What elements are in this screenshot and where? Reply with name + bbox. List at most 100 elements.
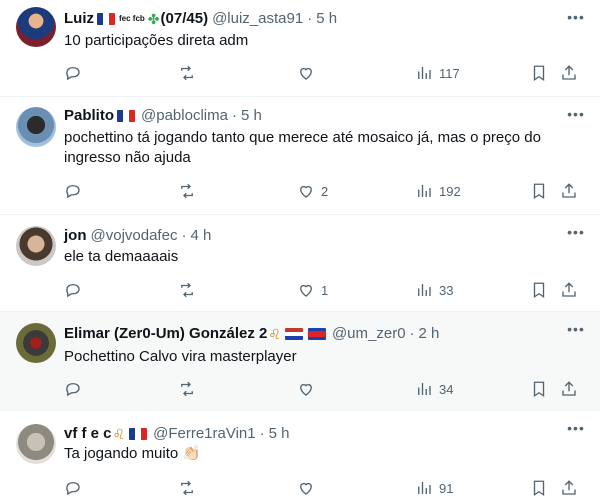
handle[interactable]: @pabloclima [141,106,228,126]
tweet-2[interactable]: Pablito @pabloclima · 5 h ••• pochettino… [0,97,600,215]
france-flag-icon [129,428,148,440]
tweet-header: Pablito @pabloclima · 5 h [64,106,550,126]
views-button[interactable]: 192 [415,181,461,201]
clover-icon: ✤ [147,11,160,27]
more-dots-icon[interactable]: ••• [566,322,586,342]
timestamp[interactable]: 5 h [316,9,337,29]
action-bar: 1 33 [64,280,586,300]
view-count: 117 [439,65,460,81]
bookmark-button[interactable] [530,280,548,300]
retweet-icon [181,381,193,397]
heart-icon [300,482,312,495]
lion-icon: ♌ [112,426,126,442]
heart-icon [300,383,312,396]
timestamp[interactable]: 5 h [241,106,262,126]
avatar[interactable] [16,107,56,147]
like-button[interactable] [297,478,321,496]
action-bar: 91 [64,478,586,496]
display-name[interactable]: Pablito [64,106,114,126]
views-chart-icon [418,185,431,197]
cambodia-flag-icon [307,328,326,340]
reply-icon [66,383,80,397]
name-extra: fec fcb [119,14,145,23]
views-chart-icon [418,482,431,494]
reply-button[interactable] [64,63,88,83]
bookmark-button[interactable] [530,63,548,83]
avatar[interactable] [16,7,56,47]
display-name[interactable]: Elimar (Zer0-Um) González 2 [64,324,267,344]
bookmark-button[interactable] [530,379,548,399]
handle[interactable]: @luiz_asta91 [212,9,303,29]
retweet-icon [181,65,193,81]
like-button[interactable]: 2 [297,181,328,201]
display-name[interactable]: vf f e c [64,424,112,444]
views-button[interactable]: 117 [415,63,460,83]
views-chart-icon [418,383,431,395]
retweet-button[interactable] [178,478,202,496]
retweet-button[interactable] [178,280,202,300]
tweet-header: vf f e c ♌ @Ferre1raVin1 · 5 h [64,424,550,444]
tweet-header: Luiz fec fcb ✤ (07/45) @luiz_asta91 · 5 … [64,9,550,29]
tweet-text: pochettino tá jogando tanto que merece a… [64,129,541,166]
separator: · [181,227,187,244]
reply-button[interactable] [64,181,88,201]
bookmark-button[interactable] [530,181,548,201]
timestamp[interactable]: 2 h [419,324,440,344]
reply-button[interactable] [64,379,88,399]
reply-icon [66,482,80,496]
handle[interactable]: @Ferre1raVin1 [153,424,256,444]
view-count: 34 [439,381,454,397]
share-icon [562,183,576,198]
share-icon [562,480,576,495]
tweet-1[interactable]: Luiz fec fcb ✤ (07/45) @luiz_asta91 · 5 … [0,0,600,97]
retweet-button[interactable] [178,63,202,83]
tweet-4[interactable]: Elimar (Zer0-Um) González 2 ♌ @um_zer0 ·… [0,312,600,411]
tweet-3[interactable]: jon @vojvodafec · 4 h ••• ele ta demaaaa… [0,215,600,312]
reply-icon [66,185,80,199]
views-button[interactable]: 91 [415,478,453,496]
handle[interactable]: @um_zer0 [332,324,406,344]
display-name[interactable]: jon [64,226,87,246]
avatar[interactable] [16,226,56,266]
display-name[interactable]: Luiz [64,9,94,29]
views-button[interactable]: 33 [415,280,453,300]
retweet-button[interactable] [178,379,202,399]
share-button[interactable] [560,181,578,201]
share-button[interactable] [560,478,578,496]
avatar[interactable] [16,323,56,363]
france-flag-icon [117,110,136,122]
tweet-header: jon @vojvodafec · 4 h [64,226,550,246]
reply-button[interactable] [64,478,88,496]
more-dots-icon[interactable]: ••• [566,10,586,30]
reply-icon [66,284,80,298]
views-chart-icon [418,284,431,296]
like-button[interactable] [297,63,321,83]
bookmark-button[interactable] [530,478,548,496]
view-count: 33 [439,282,454,298]
share-button[interactable] [560,379,578,399]
views-button[interactable]: 34 [415,379,453,399]
reply-button[interactable] [64,280,88,300]
separator: · [307,10,313,27]
tweet-text: 10 participações direta adm [64,32,249,49]
tweet-text: ele ta demaaaais [64,248,179,265]
more-dots-icon[interactable]: ••• [566,421,586,441]
share-button[interactable] [560,280,578,300]
like-button[interactable]: 1 [297,280,328,300]
bookmark-icon [533,282,545,299]
heart-icon [300,284,312,297]
share-button[interactable] [560,63,578,83]
more-dots-icon[interactable]: ••• [566,107,586,127]
tweet-5[interactable]: vf f e c ♌ @Ferre1raVin1 · 5 h ••• Ta jo… [0,411,600,496]
tweet-text: Pochettino Calvo vira masterplayer [64,348,297,365]
handle[interactable]: @vojvodafec [91,226,178,246]
like-count: 1 [321,282,329,298]
like-button[interactable] [297,379,321,399]
timestamp[interactable]: 4 h [190,226,211,246]
more-dots-icon[interactable]: ••• [566,225,586,245]
retweet-button[interactable] [178,181,202,201]
bookmark-icon [533,183,545,200]
share-icon [562,65,576,80]
timestamp[interactable]: 5 h [269,424,290,444]
avatar[interactable] [16,424,56,464]
